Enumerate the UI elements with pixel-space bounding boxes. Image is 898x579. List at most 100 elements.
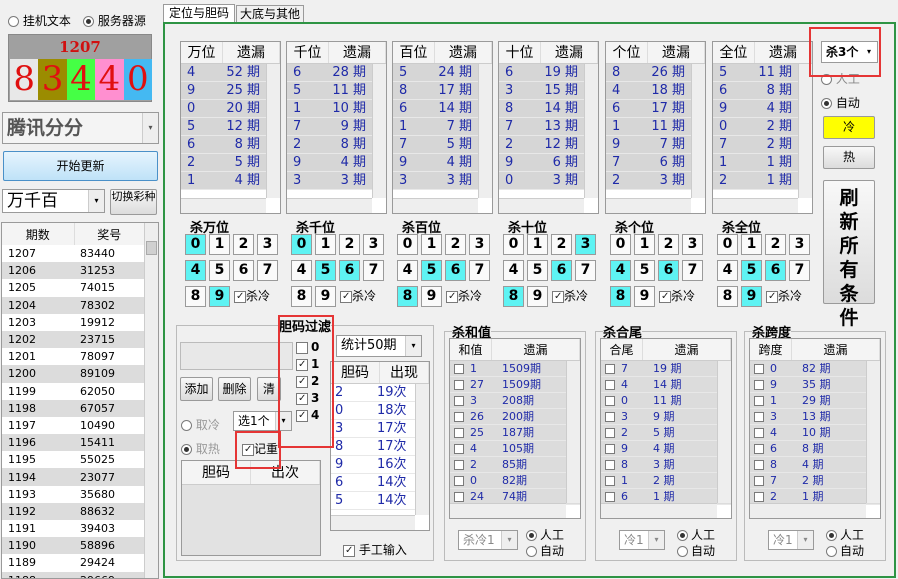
refresh-all-button[interactable]: 刷新所有条件 <box>823 180 875 329</box>
digit-button[interactable]: 1 <box>421 234 442 255</box>
sum-row[interactable]: 25 187期 <box>450 425 580 441</box>
history-row[interactable]: 1195 55025 <box>2 451 144 469</box>
tail-row[interactable]: 0 11 期 <box>601 393 731 409</box>
digit-button[interactable]: 9 <box>741 286 762 307</box>
row-checkbox[interactable] <box>754 380 764 390</box>
row-checkbox[interactable] <box>754 492 764 502</box>
scrollbar[interactable] <box>393 198 478 213</box>
digit-button[interactable]: 2 <box>445 234 466 255</box>
sum-row[interactable]: 0 82期 <box>450 473 580 489</box>
kill-cold-checkbox[interactable]: 杀冷 <box>659 287 695 304</box>
tail-row[interactable]: 39 期 <box>601 409 731 425</box>
sum-kill-select[interactable]: 杀冷1 ▾ <box>458 530 518 550</box>
row-checkbox[interactable] <box>605 460 615 470</box>
sum-list[interactable]: 和值 遗漏 1 1509期 27 1509期 3 208期 26 200期 25 187期 4 105期 2… <box>449 338 581 519</box>
row-checkbox[interactable] <box>454 476 464 486</box>
digit-button[interactable]: 0 <box>717 234 738 255</box>
row-checkbox[interactable] <box>605 492 615 502</box>
scrollbar[interactable] <box>606 198 691 213</box>
row-checkbox[interactable] <box>454 460 464 470</box>
digit-button[interactable]: 8 <box>610 286 631 307</box>
digit-button[interactable]: 1 <box>741 234 762 255</box>
auto-radio[interactable]: 自动 <box>526 542 564 559</box>
digit-button[interactable]: 3 <box>575 234 596 255</box>
history-row[interactable]: 1193 35680 <box>2 485 144 503</box>
digit-button[interactable]: 5 <box>209 260 230 281</box>
digit-button[interactable]: 3 <box>682 234 703 255</box>
position-list[interactable]: 万位 遗漏 4 52 期 9 25 期 0 20 期 5 12 期68 期25 期14 期 <box>180 41 281 214</box>
history-row[interactable]: 1197 10490 <box>2 416 144 435</box>
digit-button[interactable]: 9 <box>315 286 336 307</box>
digit-button[interactable]: 4 <box>717 260 738 281</box>
scrollbar[interactable] <box>372 64 386 198</box>
digit-button[interactable]: 0 <box>610 234 631 255</box>
cold-button[interactable]: 冷 <box>823 116 875 139</box>
position-select[interactable]: 万千百 ▾ <box>2 189 105 213</box>
digit-button[interactable]: 0 <box>503 234 524 255</box>
history-row[interactable]: 1203 19912 <box>2 313 144 331</box>
sum-row[interactable]: 27 1509期 <box>450 377 580 393</box>
digit-button[interactable]: 6 <box>658 260 679 281</box>
scrollbar[interactable] <box>478 64 492 198</box>
row-checkbox[interactable] <box>454 444 464 454</box>
row-checkbox[interactable] <box>605 444 615 454</box>
digit-button[interactable]: 8 <box>291 286 312 307</box>
history-row[interactable]: 1189 29424 <box>2 554 144 572</box>
digit-button[interactable]: 3 <box>257 234 278 255</box>
digit-button[interactable]: 6 <box>551 260 572 281</box>
history-row[interactable]: 1207 83440 <box>2 245 144 263</box>
digit-button[interactable]: 0 <box>291 234 312 255</box>
span-row[interactable]: 9 35 期 <box>750 377 880 393</box>
take-cold-radio[interactable]: 取冷 <box>181 416 220 433</box>
tail-list[interactable]: 合尾 遗漏 7 19 期 4 14 期 0 11 期39 期25 期94 期83 期12 期6… <box>600 338 732 519</box>
span-row[interactable]: 4 10 期 <box>750 425 880 441</box>
position-list[interactable]: 个位 遗漏 8 26 期 4 18 期 6 17 期 1 11 期97 期76 期23 期 <box>605 41 706 214</box>
digit-button[interactable]: 2 <box>551 234 572 255</box>
digit-button[interactable]: 8 <box>397 286 418 307</box>
digit-button[interactable]: 7 <box>363 260 384 281</box>
sum-row[interactable]: 26 200期 <box>450 409 580 425</box>
scrollbar[interactable] <box>717 361 731 503</box>
row-checkbox[interactable] <box>605 396 615 406</box>
sum-row[interactable]: 3 208期 <box>450 393 580 409</box>
radio-text-source[interactable]: 挂机文本 <box>8 12 71 29</box>
digit-button[interactable]: 8 <box>185 286 206 307</box>
dan-input-area[interactable] <box>180 342 293 370</box>
digit-button[interactable]: 7 <box>469 260 490 281</box>
row-checkbox[interactable] <box>454 428 464 438</box>
tail-row[interactable]: 83 期 <box>601 457 731 473</box>
digit-button[interactable]: 3 <box>789 234 810 255</box>
position-list[interactable]: 全位 遗漏 5 11 期68 期94 期02 期72 期11 期21 期 <box>712 41 813 214</box>
kill-cold-checkbox[interactable]: 杀冷 <box>234 287 270 304</box>
kill-cold-checkbox[interactable]: 杀冷 <box>766 287 802 304</box>
history-row[interactable]: 1204 78302 <box>2 296 144 314</box>
kill-cold-checkbox[interactable]: 杀冷 <box>446 287 482 304</box>
digit-button[interactable]: 9 <box>209 286 230 307</box>
span-row[interactable]: 1 29 期 <box>750 393 880 409</box>
row-checkbox[interactable] <box>754 428 764 438</box>
sum-row[interactable]: 4 105期 <box>450 441 580 457</box>
history-table[interactable]: 期数 奖号 1207 83440 1206 31253 1205 74015 1204 7830… <box>1 222 159 579</box>
tail-row[interactable]: 25 期 <box>601 425 731 441</box>
hot-button[interactable]: 热 <box>823 146 875 169</box>
position-list[interactable]: 百位 遗漏 5 24 期 8 17 期 6 14 期17 期75 期94 期33 期 <box>392 41 493 214</box>
auto-radio[interactable]: 自动 <box>677 542 715 559</box>
scrollbar[interactable] <box>450 503 566 518</box>
digit-button[interactable]: 4 <box>610 260 631 281</box>
dan-stats-list[interactable]: 胆码 出现 2 19次 0 18次 3 17次 8 17次 9 16次 6 14次 5 14次 <box>330 361 430 531</box>
history-row[interactable]: 1200 89109 <box>2 365 144 383</box>
scrollbar[interactable] <box>566 361 580 503</box>
digit-button[interactable]: 7 <box>789 260 810 281</box>
history-row[interactable]: 1206 31253 <box>2 262 144 280</box>
radio-server-source[interactable]: 服务器源 <box>83 12 146 29</box>
manual-input-checkbox[interactable]: 手工输入 <box>343 541 407 558</box>
tab-base-other[interactable]: 大底与其他 <box>236 5 304 22</box>
scrollbar[interactable] <box>181 198 266 213</box>
digit-button[interactable]: 1 <box>209 234 230 255</box>
row-checkbox[interactable] <box>454 396 464 406</box>
auto-radio[interactable]: 自动 <box>821 94 860 111</box>
scrollbar[interactable] <box>266 64 280 198</box>
digit-button[interactable]: 5 <box>315 260 336 281</box>
add-button[interactable]: 添加 <box>180 377 213 401</box>
position-list[interactable]: 十位 遗漏 6 19 期 3 15 期 8 14 期 7 13 期 2 12 期96 期03 期 <box>498 41 599 214</box>
